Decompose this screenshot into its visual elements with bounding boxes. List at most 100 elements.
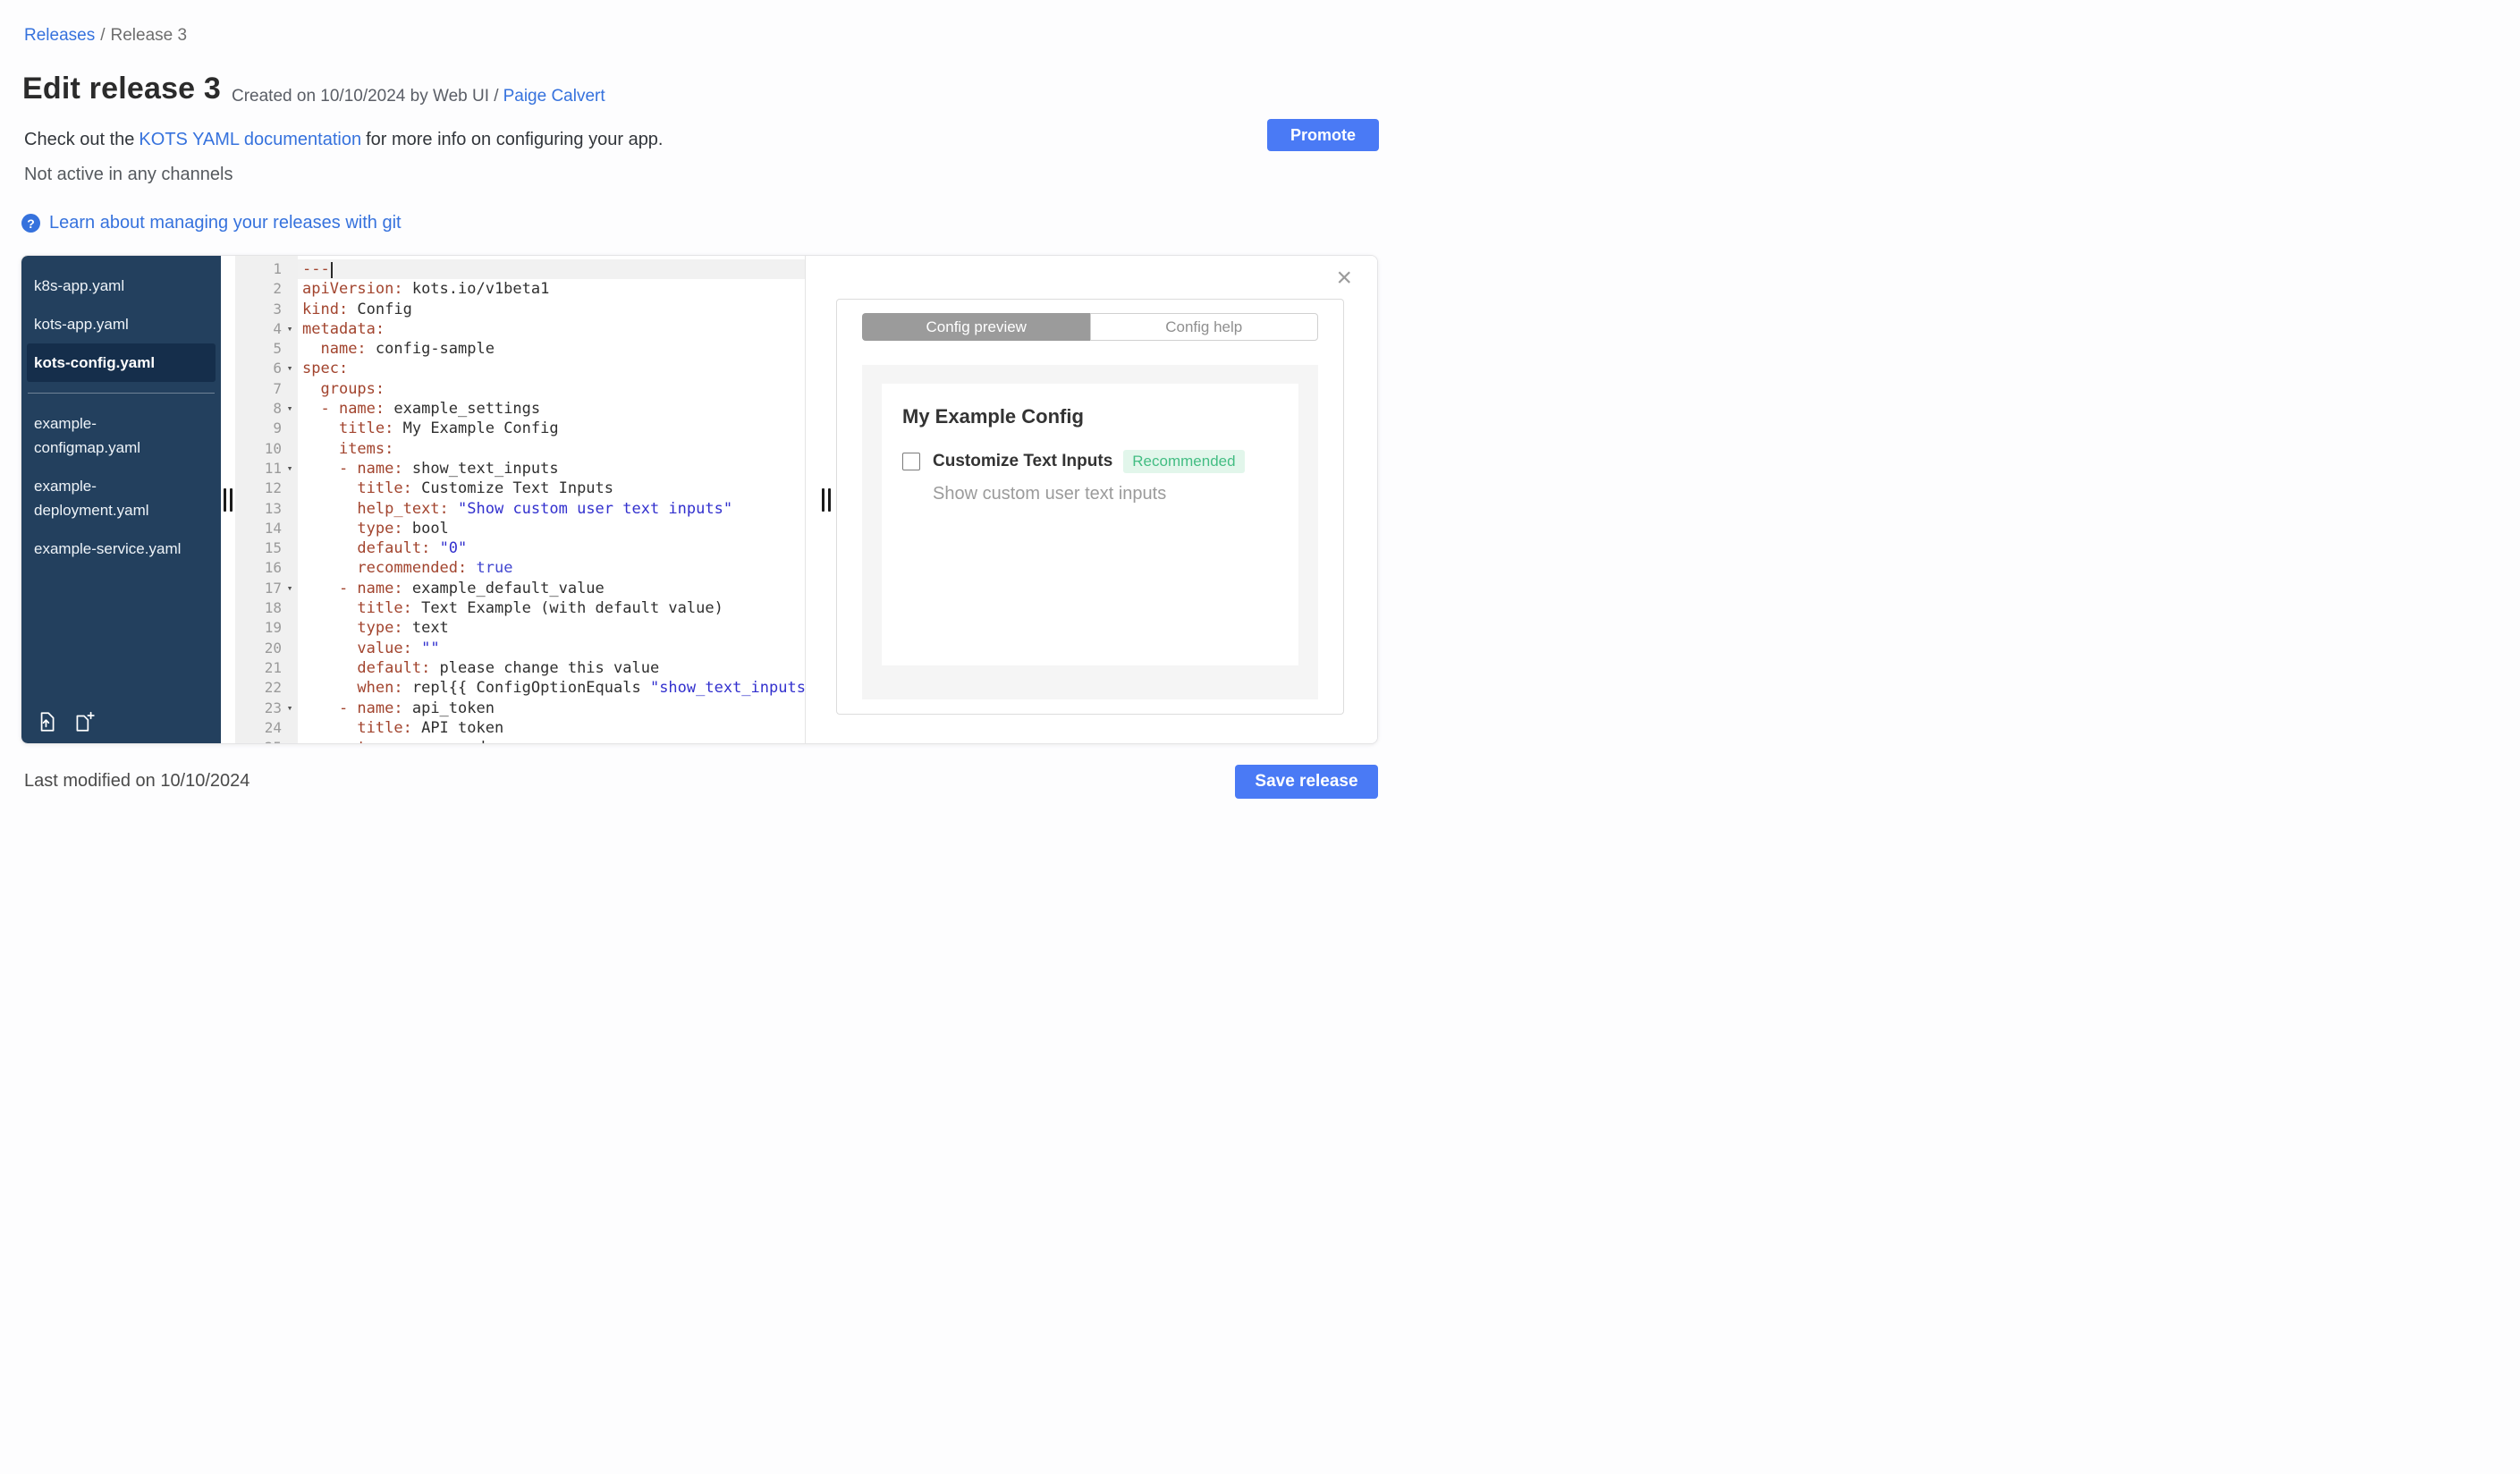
code-line-9[interactable]: title: My Example Config bbox=[298, 419, 805, 438]
file-label: kots-app.yaml bbox=[34, 316, 129, 333]
doc-prefix: Check out the bbox=[24, 130, 135, 149]
gutter-line-17: 17 ▾ bbox=[235, 579, 298, 598]
gutter-line-15: 15 bbox=[235, 538, 298, 558]
line-number: 17 bbox=[264, 579, 282, 597]
fold-arrow-icon[interactable]: ▾ bbox=[282, 319, 298, 339]
gutter-line-3: 3 bbox=[235, 300, 298, 319]
fold-arrow-icon[interactable]: ▾ bbox=[282, 359, 298, 378]
code-line-5[interactable]: name: config-sample bbox=[298, 339, 805, 359]
gutter-line-22: 22 bbox=[235, 678, 298, 698]
tab-config-help[interactable]: Config help bbox=[1089, 313, 1318, 341]
file-sidebar: k8s-app.yaml kots-app.yaml kots-config.yam… bbox=[21, 256, 221, 743]
fold-arrow-icon[interactable]: ▾ bbox=[282, 459, 298, 479]
code-line-12[interactable]: title: Customize Text Inputs bbox=[298, 479, 805, 498]
sidebar-file-kots-config.yaml[interactable]: kots-config.yaml bbox=[27, 343, 216, 382]
code-line-6[interactable]: spec: bbox=[298, 359, 805, 378]
sidebar-file-example-deployment.yaml[interactable]: example-deployment.yaml bbox=[27, 467, 216, 529]
line-number: 19 bbox=[264, 619, 282, 637]
fold-arrow-icon[interactable]: ▾ bbox=[282, 399, 298, 419]
sidebar-file-k8s-app.yaml[interactable]: k8s-app.yaml bbox=[27, 267, 216, 305]
line-number: 22 bbox=[264, 679, 282, 697]
fold-arrow-icon[interactable]: ▾ bbox=[282, 579, 298, 598]
gutter-line-19: 19 bbox=[235, 618, 298, 638]
code-line-1[interactable]: --- bbox=[298, 259, 805, 280]
tab-config-preview[interactable]: Config preview bbox=[862, 313, 1090, 341]
gutter-line-10: 10 bbox=[235, 439, 298, 459]
upload-file-icon[interactable] bbox=[35, 710, 58, 733]
code-line-2[interactable]: apiVersion: kots.io/v1beta1 bbox=[298, 279, 805, 299]
git-releases-link[interactable]: Learn about managing your releases with … bbox=[49, 213, 402, 233]
gutter-line-24: 24 bbox=[235, 718, 298, 738]
file-list: k8s-app.yaml kots-app.yaml kots-config.yam… bbox=[21, 267, 221, 568]
pane-resize-handle-right[interactable] bbox=[822, 487, 831, 512]
code-line-20[interactable]: value: "" bbox=[298, 639, 805, 658]
editor-code[interactable]: --- apiVersion: kots.io/v1beta1 kind: Conf… bbox=[298, 256, 805, 743]
sidebar-file-kots-app.yaml[interactable]: kots-app.yaml bbox=[27, 305, 216, 343]
question-mark-icon[interactable]: ? bbox=[21, 214, 40, 233]
gutter-line-18: 18 bbox=[235, 598, 298, 618]
code-line-21[interactable]: default: please change this value bbox=[298, 658, 805, 678]
file-label: kots-config.yaml bbox=[34, 354, 156, 371]
created-author-link[interactable]: Paige Calvert bbox=[503, 87, 605, 106]
sidebar-file-example-service.yaml[interactable]: example-service.yaml bbox=[27, 529, 216, 568]
fold-arrow-icon[interactable]: ▾ bbox=[282, 699, 298, 718]
file-label: example-deployment.yaml bbox=[34, 478, 149, 519]
line-number: 6 bbox=[273, 360, 282, 377]
code-line-23[interactable]: - name: api_token bbox=[298, 699, 805, 718]
code-line-3[interactable]: kind: Config bbox=[298, 300, 805, 319]
promote-button[interactable]: Promote bbox=[1267, 119, 1379, 151]
code-line-11[interactable]: - name: show_text_inputs bbox=[298, 459, 805, 479]
doc-line: Check out the KOTS YAML documentation for … bbox=[24, 130, 664, 150]
save-release-button[interactable]: Save release bbox=[1235, 765, 1378, 799]
gutter-line-11: 11 ▾ bbox=[235, 459, 298, 479]
code-line-17[interactable]: - name: example_default_value bbox=[298, 579, 805, 598]
code-line-22[interactable]: when: repl{{ ConfigOptionEquals "show_te… bbox=[298, 678, 805, 698]
code-line-24[interactable]: title: API token bbox=[298, 718, 805, 738]
code-line-19[interactable]: type: text bbox=[298, 618, 805, 638]
line-number: 13 bbox=[264, 499, 282, 517]
gutter-line-20: 20 bbox=[235, 639, 298, 658]
customize-text-inputs-checkbox[interactable] bbox=[902, 453, 920, 470]
code-line-16[interactable]: recommended: true bbox=[298, 558, 805, 578]
breadcrumb-releases-link[interactable]: Releases bbox=[24, 26, 95, 45]
new-file-icon[interactable] bbox=[72, 710, 96, 733]
code-line-14[interactable]: type: bool bbox=[298, 519, 805, 538]
gutter-line-23: 23 ▾ bbox=[235, 699, 298, 718]
code-line-18[interactable]: title: Text Example (with default value) bbox=[298, 598, 805, 618]
line-number: 1 bbox=[273, 260, 282, 277]
line-number: 3 bbox=[273, 300, 282, 318]
sidebar-file-example-configmap.yaml[interactable]: example-configmap.yaml bbox=[27, 404, 216, 467]
code-line-7[interactable]: groups: bbox=[298, 379, 805, 399]
gutter-line-2: 2 bbox=[235, 279, 298, 299]
code-line-13[interactable]: help_text: "Show custom user text inputs… bbox=[298, 499, 805, 519]
config-preview-panel: × Config preview Config help My Example … bbox=[805, 256, 1377, 743]
line-number: 9 bbox=[273, 419, 282, 437]
created-text: Created on 10/10/2024 by Web UI / bbox=[232, 87, 499, 106]
gutter-line-16: 16 bbox=[235, 558, 298, 578]
code-line-15[interactable]: default: "0" bbox=[298, 538, 805, 558]
line-number: 10 bbox=[264, 439, 282, 457]
file-label: k8s-app.yaml bbox=[34, 277, 125, 294]
config-option-row: Customize Text Inputs Recommended bbox=[902, 450, 1278, 473]
gutter-line-1: 1 bbox=[235, 259, 298, 279]
code-line-10[interactable]: items: bbox=[298, 439, 805, 459]
last-modified-text: Last modified on 10/10/2024 bbox=[24, 771, 250, 791]
release-editor-console: k8s-app.yaml kots-app.yaml kots-config.yam… bbox=[21, 255, 1378, 744]
line-number: 7 bbox=[273, 379, 282, 397]
breadcrumb-current: Release 3 bbox=[110, 26, 188, 45]
code-line-8[interactable]: - name: example_settings bbox=[298, 399, 805, 419]
file-label: example-configmap.yaml bbox=[34, 415, 141, 456]
code-line-4[interactable]: metadata: bbox=[298, 319, 805, 339]
kots-yaml-doc-link[interactable]: KOTS YAML documentation bbox=[139, 130, 361, 149]
line-number: 12 bbox=[264, 479, 282, 497]
close-icon[interactable]: × bbox=[1336, 265, 1352, 292]
pane-resize-handle-left[interactable] bbox=[224, 487, 233, 512]
code-line-25[interactable]: type: password bbox=[298, 738, 805, 743]
